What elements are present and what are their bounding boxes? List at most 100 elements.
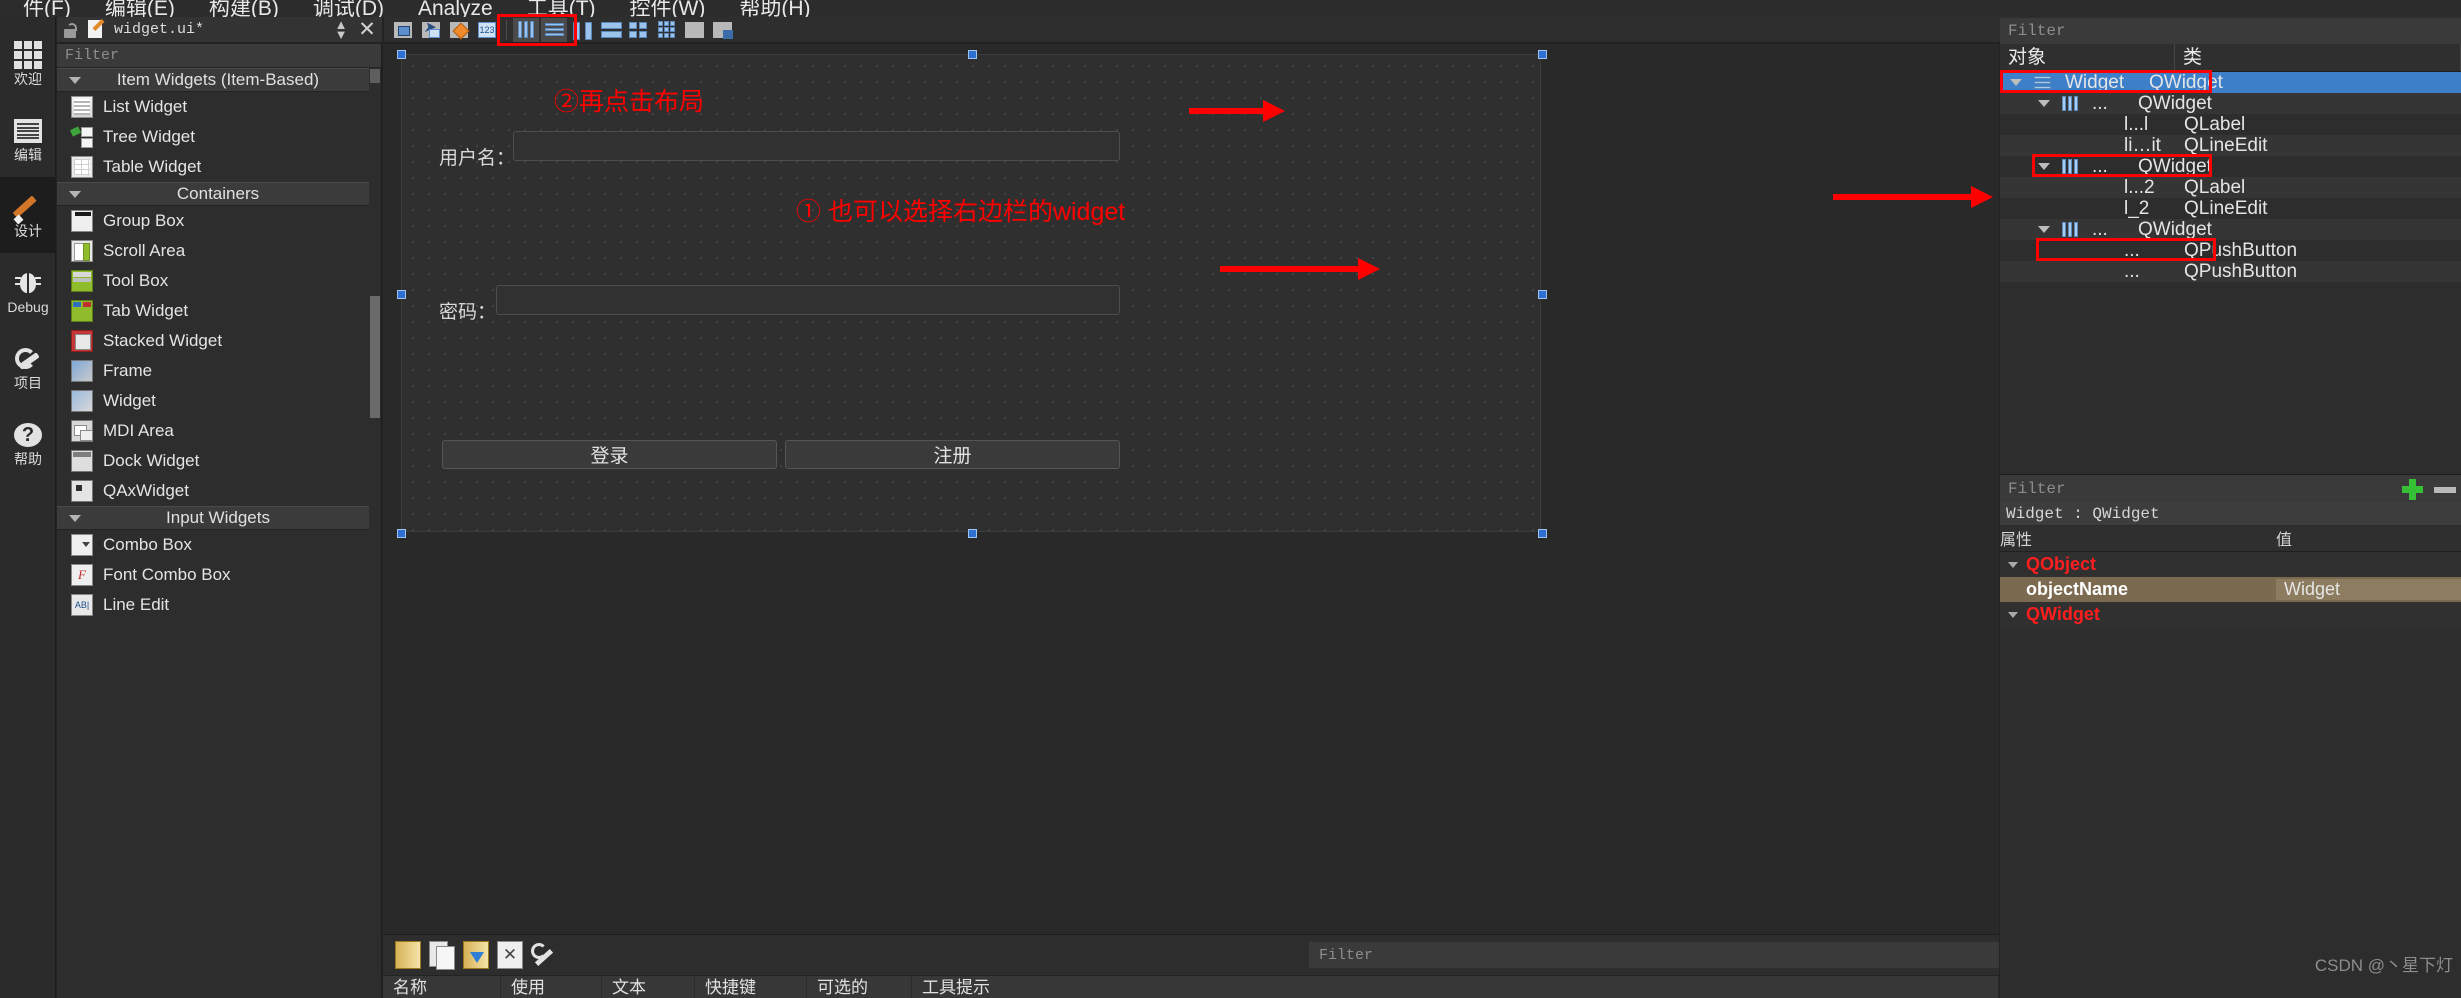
- mode-edit[interactable]: 编辑: [0, 101, 56, 177]
- object-tree-filter[interactable]: Filter: [2000, 18, 2461, 44]
- resize-handle-n[interactable]: [968, 50, 977, 59]
- close-icon[interactable]: ✕: [356, 17, 378, 42]
- widget-item-frame[interactable]: Frame: [57, 356, 381, 386]
- password-input[interactable]: [496, 285, 1120, 315]
- widget-item-tab-widget[interactable]: Tab Widget: [57, 296, 381, 326]
- resize-handle-se[interactable]: [1538, 529, 1547, 538]
- minus-icon[interactable]: [2429, 476, 2461, 502]
- widget-item-tree-widget[interactable]: Tree Widget: [57, 122, 381, 152]
- widget-group-item-widgets[interactable]: Item Widgets (Item-Based): [57, 68, 381, 92]
- configure-icon[interactable]: [531, 941, 557, 969]
- new-icon[interactable]: [395, 941, 421, 969]
- edit-buddies-button[interactable]: [446, 18, 472, 42]
- property-name: QWidget: [2000, 604, 2276, 625]
- widget-item-qaxwidget[interactable]: QAxWidget: [57, 476, 381, 506]
- table-row[interactable]: li…it QLineEdit: [2000, 135, 2461, 156]
- table-row[interactable]: ... QPushButton: [2000, 240, 2461, 261]
- layout-grid-button[interactable]: [653, 18, 679, 42]
- menu-item-analyze[interactable]: Analyze: [401, 0, 510, 17]
- resize-handle-w[interactable]: [397, 290, 406, 299]
- menu-item-edit[interactable]: 编辑(E): [88, 0, 192, 17]
- menu-item-debug[interactable]: 调试(D): [296, 0, 401, 17]
- break-layout-button[interactable]: [681, 18, 707, 42]
- username-label: 用户名：: [439, 148, 516, 169]
- resize-handle-e[interactable]: [1538, 290, 1547, 299]
- adjust-size-button[interactable]: [709, 18, 735, 42]
- menu-item-build[interactable]: 构建(B): [192, 0, 296, 17]
- mode-welcome[interactable]: 欢迎: [0, 25, 56, 101]
- table-row[interactable]: ... QWidget: [2000, 156, 2461, 177]
- property-value[interactable]: Widget: [2276, 579, 2461, 600]
- updown-arrows-icon[interactable]: ▲ ▼: [334, 18, 348, 41]
- menu-item-tools[interactable]: 工具(T): [510, 0, 613, 17]
- edit-tab-order-button[interactable]: 123: [474, 18, 500, 42]
- resize-handle-nw[interactable]: [397, 50, 406, 59]
- resize-handle-sw[interactable]: [397, 529, 406, 538]
- chevron-down-icon[interactable]: [2010, 79, 2022, 86]
- table-row[interactable]: ... QPushButton: [2000, 261, 2461, 282]
- edit-widgets-button[interactable]: [390, 18, 416, 42]
- form-widget[interactable]: ②再点击布局 用户名： ① 也可以选择右边栏的widget 密码： 登录 注册: [397, 50, 1547, 538]
- plus-icon[interactable]: [2397, 476, 2429, 502]
- scrollbar-thumb[interactable]: [370, 296, 380, 418]
- username-input[interactable]: [513, 131, 1120, 161]
- layout-splitter-vertical-button[interactable]: [597, 18, 623, 42]
- chevron-down-icon[interactable]: [2038, 163, 2050, 170]
- widget-item-tool-box[interactable]: Tool Box: [57, 266, 381, 296]
- mode-projects[interactable]: 项目: [0, 329, 56, 405]
- action-editor-filter[interactable]: Filter: [1309, 942, 1999, 968]
- layout-form-button[interactable]: [625, 18, 651, 42]
- widget-box-scrollbar[interactable]: [369, 68, 381, 998]
- resize-handle-s[interactable]: [968, 529, 977, 538]
- unlock-icon[interactable]: [61, 21, 79, 39]
- mode-help[interactable]: ? 帮助: [0, 405, 56, 481]
- widget-item-widget[interactable]: Widget: [57, 386, 381, 416]
- widget-group-input-widgets[interactable]: Input Widgets: [57, 506, 381, 530]
- login-button[interactable]: 登录: [442, 440, 777, 469]
- property-group-qwidget[interactable]: QWidget: [2000, 602, 2461, 627]
- paste-icon[interactable]: [463, 941, 489, 969]
- resize-handle-ne[interactable]: [1538, 50, 1547, 59]
- mode-debug[interactable]: Debug: [0, 253, 56, 329]
- line-edit-icon: AB|: [71, 594, 93, 616]
- table-row[interactable]: ... QWidget: [2000, 219, 2461, 240]
- delete-icon[interactable]: ✕: [497, 941, 523, 969]
- menu-item-help[interactable]: 帮助(H): [722, 0, 827, 17]
- table-row[interactable]: l_2 QLineEdit: [2000, 198, 2461, 219]
- layout-vertically-button[interactable]: [541, 17, 567, 42]
- property-filter-input[interactable]: Filter: [2000, 480, 2397, 498]
- menu-item-window[interactable]: 控件(W): [613, 0, 723, 17]
- action-editor-toolbar: ✕ Filter: [383, 935, 1999, 975]
- property-row-objectname[interactable]: objectName Widget: [2000, 577, 2461, 602]
- chevron-down-icon[interactable]: [2038, 100, 2050, 107]
- table-row[interactable]: Widget QWidget: [2000, 72, 2461, 93]
- property-group-qobject[interactable]: QObject: [2000, 552, 2461, 577]
- table-row[interactable]: ... QWidget: [2000, 93, 2461, 114]
- table-row[interactable]: l...l QLabel: [2000, 114, 2461, 135]
- widget-item-combo-box[interactable]: Combo Box: [57, 530, 381, 560]
- widget-item-table-widget[interactable]: Table Widget: [57, 152, 381, 182]
- widget-item-stacked-widget[interactable]: Stacked Widget: [57, 326, 381, 356]
- widget-item-line-edit[interactable]: AB| Line Edit: [57, 590, 381, 620]
- open-document-name[interactable]: widget.ui*: [114, 21, 326, 38]
- widget-box-filter[interactable]: Filter: [57, 44, 381, 68]
- widget-group-containers[interactable]: Containers: [57, 182, 381, 206]
- register-button[interactable]: 注册: [785, 440, 1120, 469]
- widget-item-list-widget[interactable]: List Widget: [57, 92, 381, 122]
- menu-item-file[interactable]: 件(F): [6, 0, 88, 17]
- chevron-down-icon[interactable]: [2038, 226, 2050, 233]
- layout-splitter-horizontal-button[interactable]: [569, 18, 595, 42]
- edit-signals-slots-button[interactable]: ➤: [418, 18, 444, 42]
- widget-item-group-box[interactable]: Group Box: [57, 206, 381, 236]
- form-canvas[interactable]: ②再点击布局 用户名： ① 也可以选择右边栏的widget 密码： 登录 注册: [383, 44, 1999, 934]
- layout-horizontally-button[interactable]: [513, 17, 539, 42]
- widget-item-scroll-area[interactable]: Scroll Area: [57, 236, 381, 266]
- widget-item-font-combo-box[interactable]: F Font Combo Box: [57, 560, 381, 590]
- mode-design[interactable]: 设计: [0, 177, 56, 253]
- object-name: li…it: [2124, 134, 2161, 156]
- widget-item-mdi-area[interactable]: MDI Area: [57, 416, 381, 446]
- scrollbar-up-arrow[interactable]: [370, 69, 380, 83]
- copy-icon[interactable]: [429, 941, 455, 970]
- widget-item-dock-widget[interactable]: Dock Widget: [57, 446, 381, 476]
- table-row[interactable]: l...2 QLabel: [2000, 177, 2461, 198]
